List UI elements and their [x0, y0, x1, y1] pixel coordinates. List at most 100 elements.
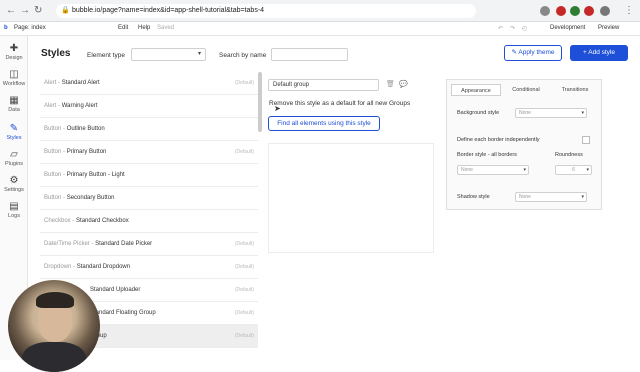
list-item[interactable]: Checkbox - Standard Checkbox — [40, 210, 258, 233]
default-badge: (Default) — [234, 241, 254, 247]
chevron-down-icon: ▾ — [581, 110, 584, 116]
sidebar-item-styles[interactable]: ✎ Styles — [0, 122, 28, 148]
workflow-icon: ◫ — [9, 69, 19, 80]
presenter-shirt — [22, 342, 86, 372]
shadow-style-select[interactable]: None ▾ — [515, 192, 587, 202]
roundness-stepper[interactable]: 6 ▾ — [555, 165, 592, 175]
style-name: Standard Uploader — [90, 287, 141, 293]
trash-icon[interactable]: 🗑 — [386, 80, 395, 88]
redo-icon[interactable]: ↷ — [510, 25, 515, 32]
style-editor: Default group 🗑 💬 Remove this style as a… — [268, 79, 434, 253]
browser-toolbar: ← → ↻ 🔒 bubble.io/page?name=index&id=app… — [0, 0, 640, 22]
preview-button[interactable]: Preview — [598, 25, 619, 31]
properties-panel: Appearance Conditional Transitions Backg… — [446, 79, 602, 210]
extension-icon[interactable] — [556, 6, 566, 16]
pencil-icon: ✎ — [511, 49, 517, 56]
chevron-down-icon: ▾ — [586, 167, 589, 173]
page-selector[interactable]: Page: index — [14, 25, 46, 31]
remove-default-link[interactable]: Remove this style as a default for all n… — [269, 100, 410, 107]
each-border-label: Define each border independently — [457, 137, 540, 143]
plugins-icon: ▱ — [10, 149, 18, 160]
sidebar-item-label: Workflow — [2, 81, 26, 87]
border-style-select[interactable]: None ▾ — [457, 165, 529, 175]
list-item[interactable]: Button - Outline Button — [40, 118, 258, 141]
search-label: Search by name — [219, 52, 267, 59]
sidebar-item-data[interactable]: ▦ Data — [0, 94, 28, 120]
mouse-cursor-icon: ➤ — [274, 104, 281, 113]
default-badge: (Default) — [234, 287, 254, 293]
extension-icon[interactable] — [584, 6, 594, 16]
bubble-logo[interactable]: b — [4, 25, 8, 31]
style-name: Standard Alert — [61, 80, 100, 86]
find-elements-button[interactable]: Find all elements using this style — [268, 116, 380, 131]
saved-status: Saved — [157, 25, 175, 31]
background-style-select[interactable]: None ▾ — [515, 108, 587, 118]
default-badge: (Default) — [234, 264, 254, 270]
list-item[interactable]: Dropdown - Standard Dropdown (Default) — [40, 256, 258, 279]
lock-icon: 🔒 — [61, 7, 70, 14]
page-title: Styles — [41, 48, 71, 59]
style-category: Date/Time Picker — [44, 241, 90, 247]
menu-icon[interactable]: ⋮ — [624, 5, 634, 16]
sidebar-item-label: Design — [5, 55, 23, 61]
shadow-style-label: Shadow style — [457, 194, 490, 200]
style-category: Alert — [44, 103, 57, 109]
reload-icon[interactable]: ↻ — [34, 5, 42, 16]
style-name: Warning Alert — [61, 103, 98, 109]
undo-icon[interactable]: ↶ — [498, 25, 503, 32]
extension-icon[interactable] — [600, 6, 610, 16]
style-name: Standard Dropdown — [76, 264, 131, 270]
sidebar-item-plugins[interactable]: ▱ Plugins — [0, 148, 28, 174]
data-icon: ▦ — [9, 95, 19, 106]
logs-icon: ▤ — [9, 201, 19, 212]
sidebar-item-label: Plugins — [4, 161, 24, 167]
environment-selector[interactable]: Development — [550, 25, 585, 31]
tab-transitions[interactable]: Transitions — [551, 84, 599, 96]
settings-icon: ⚙ — [9, 175, 19, 186]
editor-topbar: b Page: index Edit Help Saved ↶ ↷ ◴ Deve… — [0, 22, 640, 36]
list-item[interactable]: Button - Primary Button - Light — [40, 164, 258, 187]
style-category: Alert — [44, 80, 57, 86]
each-border-checkbox[interactable] — [582, 136, 590, 144]
sidebar-item-label: Settings — [4, 187, 24, 193]
forward-icon[interactable]: → — [20, 5, 30, 16]
comment-icon[interactable]: 💬 — [399, 80, 408, 88]
style-name: Primary Button - Light — [66, 172, 125, 178]
list-scrollbar[interactable] — [258, 72, 262, 132]
sidebar-item-settings[interactable]: ⚙ Settings — [0, 174, 28, 200]
default-badge: (Default) — [234, 80, 254, 86]
help-menu[interactable]: Help — [138, 25, 150, 31]
list-item[interactable]: Button - Secondary Button — [40, 187, 258, 210]
url-text: bubble.io/page?name=index&id=app-shell-t… — [72, 7, 265, 14]
background-style-value: None — [519, 110, 531, 116]
back-icon[interactable]: ← — [6, 5, 16, 16]
sidebar-item-workflow[interactable]: ◫ Workflow — [0, 68, 28, 94]
shadow-style-value: None — [519, 194, 531, 200]
list-item[interactable]: Date/Time Picker - Standard Date Picker(… — [40, 233, 258, 256]
list-item[interactable]: Alert - Warning Alert — [40, 95, 258, 118]
apply-theme-button[interactable]: ✎ Apply theme — [504, 45, 562, 61]
extension-icon[interactable] — [570, 6, 580, 16]
style-category: Checkbox — [44, 218, 71, 224]
extension-icon[interactable] — [540, 6, 550, 16]
search-input[interactable] — [271, 48, 348, 61]
address-bar[interactable]: 🔒 bubble.io/page?name=index&id=app-shell… — [56, 4, 476, 18]
style-category: Button — [44, 126, 62, 132]
tab-conditional[interactable]: Conditional — [501, 84, 551, 96]
edit-menu[interactable]: Edit — [118, 25, 128, 31]
list-item[interactable]: Button - Primary Button (Default) — [40, 141, 258, 164]
element-type-select[interactable]: ▾ — [131, 48, 206, 61]
style-category: Dropdown — [44, 264, 72, 270]
style-name-input[interactable]: Default group — [268, 79, 379, 91]
element-type-label: Element type — [87, 52, 125, 59]
add-style-button[interactable]: + Add style — [570, 45, 628, 61]
history-icon[interactable]: ◴ — [522, 25, 527, 32]
styles-icon: ✎ — [9, 123, 19, 134]
style-name: Standard Floating Group — [90, 310, 156, 316]
design-icon: ✚ — [9, 43, 19, 54]
tab-appearance[interactable]: Appearance — [451, 84, 501, 96]
sidebar-item-logs[interactable]: ▤ Logs — [0, 200, 28, 226]
list-item[interactable]: Alert - Standard Alert (Default) — [40, 72, 258, 95]
sidebar-item-design[interactable]: ✚ Design — [0, 42, 28, 68]
default-badge: (Default) — [234, 149, 254, 155]
